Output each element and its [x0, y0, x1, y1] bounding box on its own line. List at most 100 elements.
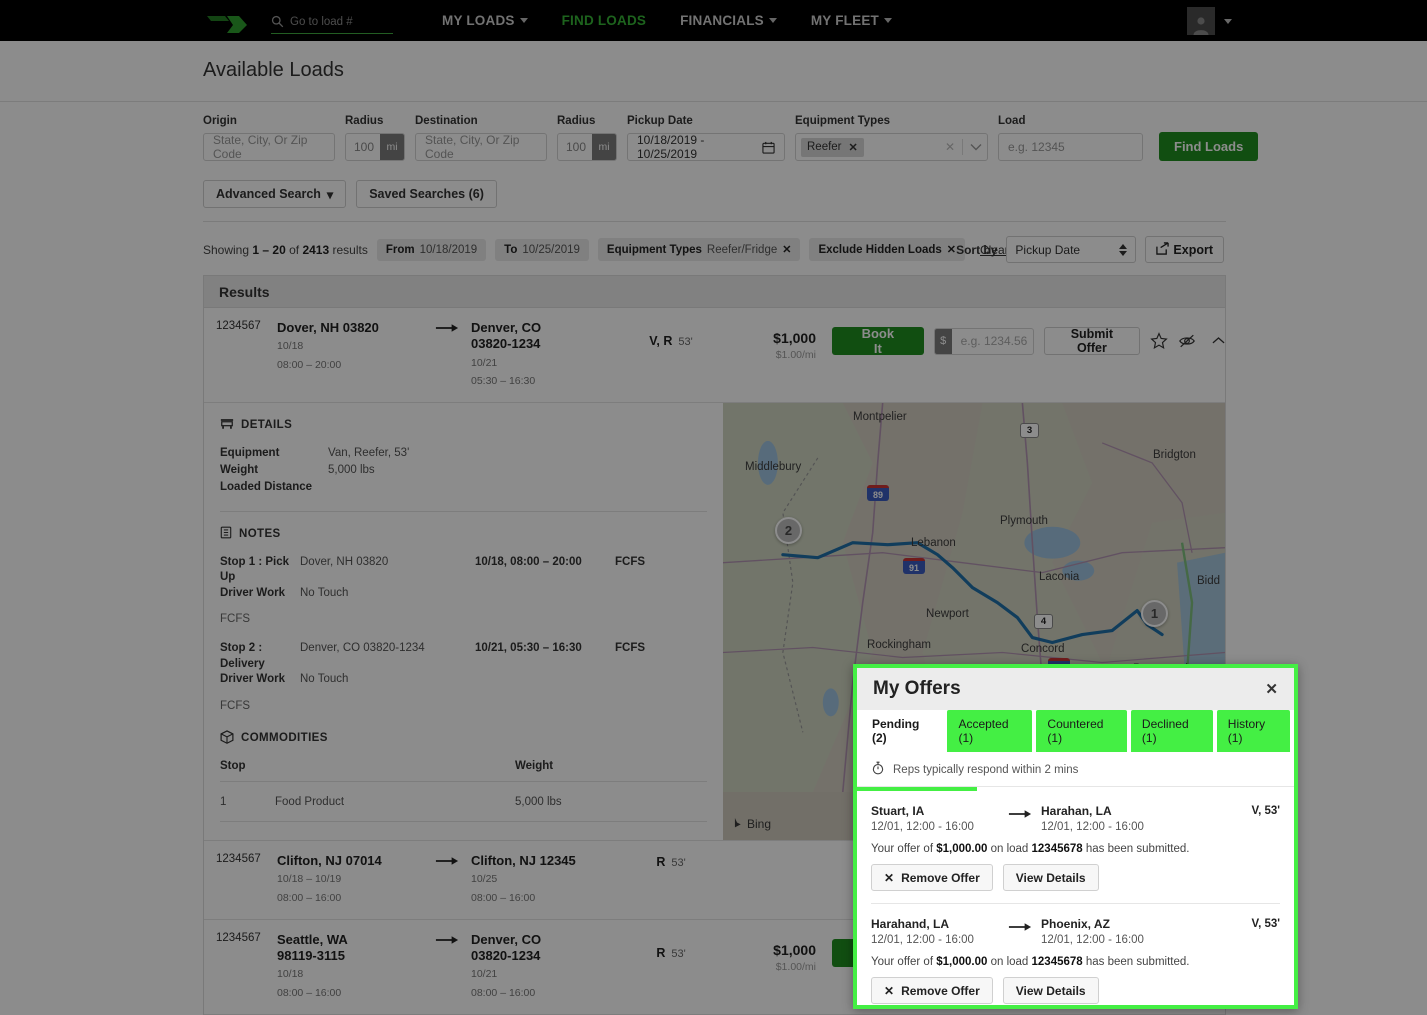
filter-label: Radius [557, 115, 596, 127]
offer-msg-mid: on load [987, 843, 1032, 855]
column-header-weight: Weight [515, 759, 554, 772]
note-stop-location: Dover, NH 03820 [300, 555, 389, 568]
user-menu[interactable] [1187, 7, 1232, 35]
tab-countered[interactable]: Countered (1) [1036, 710, 1127, 752]
filter-pill-from[interactable]: From 10/18/2019 [376, 238, 487, 261]
offer-equipment: V, 53' [1251, 805, 1280, 817]
chevron-down-icon [883, 18, 892, 23]
load-detail-panel: DETAILS Equipment Van, Reefer, 53' Weigh… [204, 403, 723, 840]
advanced-search-button[interactable]: Advanced Search ▾ [203, 180, 347, 208]
tab-history[interactable]: History (1) [1216, 710, 1290, 752]
star-icon[interactable] [1150, 331, 1168, 351]
divider [220, 510, 708, 512]
saved-searches-button[interactable]: Saved Searches (6) [356, 180, 497, 208]
offer-destination-time: 12/01, 12:00 - 16:00 [1041, 934, 1144, 946]
map-pin-stop-1[interactable]: 1 [1141, 600, 1169, 627]
commodities-header-row: Stop Weight [220, 759, 708, 782]
equipment-chip[interactable]: Reefer ✕ [801, 137, 864, 157]
origin-date: 10/18 [277, 968, 304, 981]
bing-logo-icon [731, 816, 742, 833]
search-input[interactable] [290, 15, 393, 28]
page-title: Available Loads [203, 59, 344, 81]
destination-city: Denver, CO [471, 320, 542, 335]
origin-cell: Seattle, WA 98119-3115 10/18 08:00 – 16:… [277, 932, 423, 1002]
commodities-row: 1 Food Product 5,000 lbs [220, 782, 708, 822]
tab-pending[interactable]: Pending (2) [861, 710, 944, 752]
note-stop-type: FCFS [615, 642, 646, 655]
sort-by-select[interactable]: Pickup Date [1006, 236, 1137, 263]
filter-pill-equipment-types[interactable]: Equipment Types Reefer/Fridge ✕ [597, 238, 801, 261]
radius-value[interactable]: 100 [558, 134, 592, 160]
pill-remove-icon[interactable]: ✕ [947, 243, 956, 256]
destination-radius-input[interactable]: 100 mi [557, 133, 617, 161]
find-loads-button[interactable]: Find Loads [1159, 132, 1259, 161]
view-details-button[interactable]: View Details [1002, 864, 1099, 891]
map-attribution: Bing [731, 816, 771, 833]
advanced-search-label: Advanced Search [216, 187, 321, 201]
filter-label: Origin [203, 115, 237, 127]
origin-city: Dover, NH 03820 [277, 320, 379, 335]
stopwatch-icon [871, 761, 885, 778]
table-row[interactable]: 1234567 Dover, NH 03820 10/18 08:00 – 20… [204, 308, 1225, 403]
rate-cell: $1,000 $1.00/mi [721, 932, 816, 973]
pickup-date-input[interactable]: 10/18/2019 - 10/25/2019 [627, 133, 785, 161]
origin-radius-input[interactable]: 100 mi [345, 133, 405, 161]
chevron-down-icon[interactable] [1224, 18, 1232, 24]
truck-arrow-logo[interactable] [203, 8, 249, 34]
route-arrow-icon [999, 917, 1041, 932]
map-pin-stop-2[interactable]: 2 [775, 517, 803, 544]
hide-eye-icon[interactable] [1178, 331, 1196, 351]
nav-item-financials[interactable]: FINANCIALS [663, 0, 794, 41]
filter-pill-exclude-hidden-loads[interactable]: Exclude Hidden Loads ✕ [809, 238, 965, 261]
pickup-date-value: 10/18/2019 - 10/25/2019 [637, 133, 705, 161]
map-city-label: Bidd [1197, 575, 1221, 587]
tab-accepted[interactable]: Accepted (1) [947, 710, 1033, 752]
origin-time: 08:00 – 20:00 [277, 359, 342, 371]
destination-input[interactable]: State, City, Or Zip Code [415, 133, 547, 161]
clear-icon[interactable]: ✕ [945, 140, 955, 154]
filter-equipment-types: Equipment Types Reefer ✕ ✕ [795, 115, 988, 161]
offer-amount-input[interactable]: $ e.g. 1234.56 [933, 327, 1034, 355]
offer-placeholder[interactable]: e.g. 1234.56 [952, 329, 1033, 354]
commodity-stop: 1 [220, 795, 227, 808]
detail-equipment: Equipment Van, Reefer, 53' [220, 446, 707, 461]
filter-pickup-date: Pickup Date 10/18/2019 - 10/25/2019 [627, 115, 785, 161]
export-button[interactable]: Export [1145, 236, 1224, 263]
response-note-text: Reps typically respond within 2 mins [893, 763, 1079, 776]
pill-label: From [385, 243, 415, 256]
equipment-types-select[interactable]: Reefer ✕ ✕ [795, 133, 988, 161]
remove-offer-button[interactable]: ✕ Remove Offer [871, 864, 993, 891]
view-details-button[interactable]: View Details [1002, 977, 1099, 1004]
radius-value[interactable]: 100 [346, 134, 380, 160]
filter-pill-to[interactable]: To 10/25/2019 [495, 238, 589, 261]
origin-date: 10/18 – 10/19 [277, 873, 342, 886]
load-id: 1234567 [216, 931, 261, 944]
close-icon[interactable]: ✕ [1265, 680, 1278, 698]
origin-input[interactable]: State, City, Or Zip Code [203, 133, 335, 161]
saved-searches-label: Saved Searches (6) [369, 187, 484, 201]
nav-label: MY FLEET [810, 13, 879, 28]
commodities-table: Stop Weight 1 Food Product 5,000 lbs [220, 759, 708, 822]
filter-label: Destination [415, 115, 478, 127]
tab-declined[interactable]: Declined (1) [1130, 710, 1213, 752]
calendar-icon[interactable] [762, 141, 775, 154]
nav-item-my-fleet[interactable]: MY FLEET [794, 0, 909, 41]
route-arrow-icon [423, 932, 471, 945]
chip-remove-icon[interactable]: ✕ [849, 141, 858, 154]
submit-offer-button[interactable]: Submit Offer [1043, 327, 1140, 355]
map-city-label: Lebanon [911, 537, 956, 549]
close-icon: ✕ [884, 983, 895, 998]
note-extra: FCFS [220, 613, 251, 626]
book-it-button[interactable]: Book It [832, 326, 924, 356]
collapse-chevron-up-icon[interactable] [1212, 332, 1225, 350]
nav-item-find-loads[interactable]: FIND LOADS [545, 0, 664, 41]
global-search[interactable] [271, 10, 393, 34]
load-input[interactable]: e.g. 12345 [998, 133, 1143, 161]
remove-offer-button[interactable]: ✕ Remove Offer [871, 977, 993, 1004]
load-id: 1234567 [216, 320, 261, 332]
avatar[interactable] [1187, 7, 1215, 35]
nav-item-my-loads[interactable]: MY LOADS [425, 0, 545, 41]
note-stop-type: FCFS [615, 555, 646, 568]
pill-remove-icon[interactable]: ✕ [782, 243, 791, 256]
chevron-down-icon[interactable] [970, 140, 982, 154]
